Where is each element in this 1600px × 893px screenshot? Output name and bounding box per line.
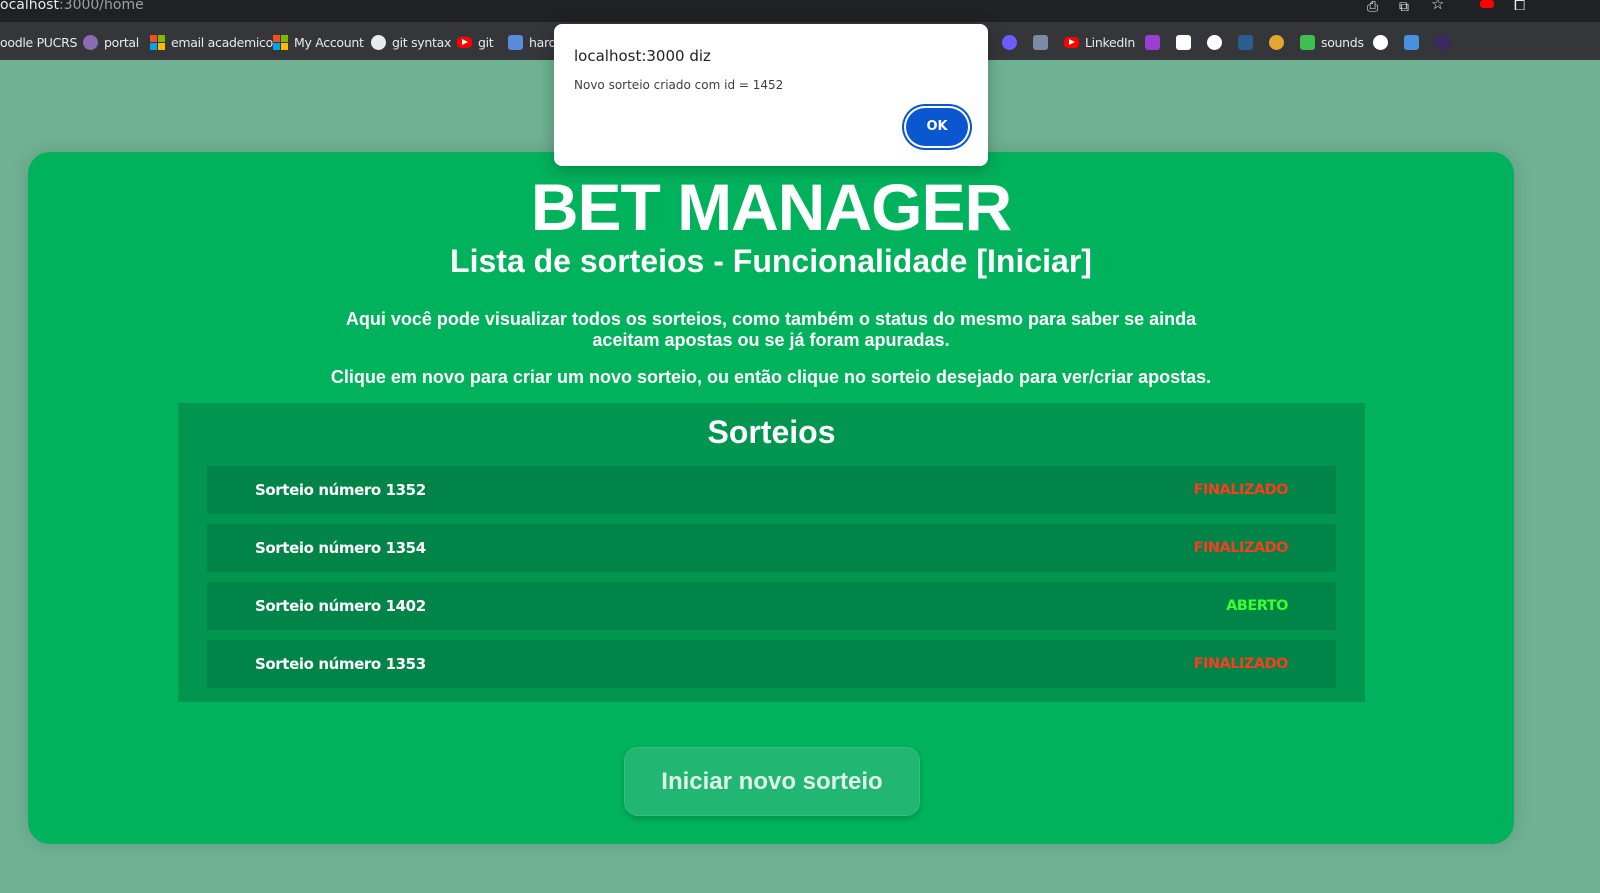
panel-title: Sorteios bbox=[707, 414, 836, 450]
bookmark-label: LinkedIn bbox=[1085, 34, 1135, 50]
bookmark-label: email academico bbox=[171, 34, 273, 50]
seven-icon bbox=[1404, 34, 1419, 50]
shield-icon bbox=[1373, 34, 1388, 50]
main-card: BET MANAGER Lista de sorteios - Funciona… bbox=[28, 152, 1514, 844]
wave-icon bbox=[1238, 34, 1253, 50]
draws-panel: Sorteios Sorteio número 1352 FINALIZADO … bbox=[178, 403, 1365, 702]
star-icon[interactable]: ☆ bbox=[1431, 0, 1444, 12]
url-host: ocalhost bbox=[0, 0, 59, 13]
headphones-icon bbox=[1269, 34, 1284, 50]
castle-icon bbox=[1033, 34, 1048, 50]
bookmark-label: hard bbox=[529, 34, 557, 50]
microsoft-icon bbox=[273, 34, 288, 50]
extension-youtube-icon[interactable] bbox=[1480, 0, 1494, 8]
bookmark-git-syntax[interactable]: git syntax bbox=[371, 32, 451, 52]
portal-icon bbox=[83, 34, 98, 50]
draw-status: FINALIZADO bbox=[1193, 482, 1289, 498]
bookmark-moodle[interactable]: oodle PUCRS bbox=[0, 32, 77, 52]
youtube-icon bbox=[457, 36, 472, 48]
bookmark-label: git bbox=[478, 34, 494, 50]
draw-row[interactable]: Sorteio número 1402 ABERTO bbox=[207, 582, 1336, 630]
draw-status: FINALIZADO bbox=[1193, 540, 1289, 556]
refresh-icon bbox=[1176, 34, 1191, 50]
browser-address-bar[interactable]: ocalhost:3000/home ⎙ ⧉ ☆ ⧠ bbox=[0, 0, 1600, 22]
bookmark-d[interactable] bbox=[1145, 32, 1160, 52]
bookmark-shield[interactable] bbox=[1373, 32, 1388, 52]
bookmark-linkedin[interactable]: LinkedIn bbox=[1064, 32, 1135, 52]
bookmark-a[interactable] bbox=[1002, 32, 1017, 52]
bookmark-dark[interactable] bbox=[1435, 32, 1450, 52]
bookmark-my-account[interactable]: My Account bbox=[273, 32, 364, 52]
d-logo-icon bbox=[1145, 34, 1160, 50]
bookmark-headphones[interactable] bbox=[1269, 32, 1284, 52]
bookmark-label: git syntax bbox=[392, 34, 452, 50]
bookmark-email-academico[interactable]: email academico bbox=[150, 32, 273, 52]
github-icon bbox=[371, 34, 386, 50]
draw-name: Sorteio número 1353 bbox=[255, 655, 426, 673]
info-icon bbox=[1207, 34, 1222, 50]
px-icon bbox=[1300, 34, 1315, 50]
extensions-puzzle-icon[interactable]: ⧠ bbox=[1514, 0, 1525, 12]
dialog-title: localhost:3000 diz bbox=[574, 47, 711, 65]
bookmark-seven[interactable] bbox=[1404, 32, 1419, 52]
address-url[interactable]: ocalhost:3000/home bbox=[0, 0, 144, 13]
url-path: :3000/home bbox=[58, 0, 144, 13]
app-icon bbox=[1435, 34, 1450, 50]
bookmark-castle[interactable] bbox=[1033, 32, 1048, 52]
page-title: BET MANAGER bbox=[530, 170, 1012, 244]
microsoft-icon bbox=[150, 34, 165, 50]
bookmark-label: My Account bbox=[294, 34, 364, 50]
page-description: Aqui você pode visualizar todos os sorte… bbox=[345, 309, 1197, 350]
draw-name: Sorteio número 1354 bbox=[255, 539, 426, 557]
page-subtitle: Lista de sorteios - Funcionalidade [Inic… bbox=[450, 243, 1092, 279]
draw-row[interactable]: Sorteio número 1353 FINALIZADO bbox=[207, 640, 1336, 688]
bookmark-hard[interactable]: hard bbox=[508, 32, 557, 52]
letter-a-icon bbox=[1002, 34, 1017, 50]
page-instruction: Clique em novo para criar um novo sortei… bbox=[330, 367, 1212, 387]
draw-name: Sorteio número 1402 bbox=[255, 597, 426, 615]
draw-row[interactable]: Sorteio número 1352 FINALIZADO bbox=[207, 466, 1336, 514]
dialog-message: Novo sorteio criado com id = 1452 bbox=[574, 78, 784, 92]
new-draw-button[interactable]: Iniciar novo sorteio bbox=[624, 747, 920, 816]
dialog-ok-button[interactable]: OK bbox=[906, 108, 968, 146]
bookmark-refresh[interactable] bbox=[1176, 32, 1191, 52]
draw-name: Sorteio número 1352 bbox=[255, 481, 426, 499]
draw-status: FINALIZADO bbox=[1193, 656, 1289, 672]
bookmark-label: portal bbox=[104, 34, 139, 50]
install-app-icon[interactable]: ⎙ bbox=[1367, 0, 1378, 13]
bookmark-git[interactable]: git bbox=[457, 32, 494, 52]
draw-status: ABERTO bbox=[1226, 598, 1288, 614]
bookmark-portal[interactable]: portal bbox=[83, 32, 139, 52]
draw-row[interactable]: Sorteio número 1354 FINALIZADO bbox=[207, 524, 1336, 572]
bookmark-info[interactable] bbox=[1207, 32, 1222, 52]
youtube-icon bbox=[1064, 36, 1079, 48]
bookmark-label: oodle PUCRS bbox=[0, 34, 78, 50]
bookmark-icon bbox=[508, 34, 523, 50]
alert-dialog: localhost:3000 diz Novo sorteio criado c… bbox=[554, 24, 988, 166]
translate-icon[interactable]: ⧉ bbox=[1399, 0, 1409, 13]
bookmark-wave[interactable] bbox=[1238, 32, 1253, 52]
bookmark-label: sounds bbox=[1321, 34, 1364, 50]
bookmark-sounds[interactable]: sounds bbox=[1300, 32, 1364, 52]
